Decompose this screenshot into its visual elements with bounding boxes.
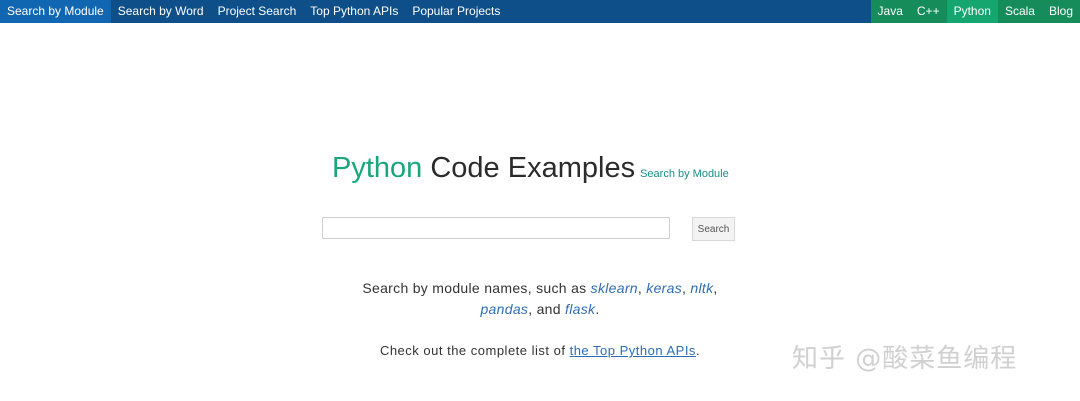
module-examples-line-1: Search by module names, such as sklearn,… <box>0 280 1080 296</box>
nav-search-by-word[interactable]: Search by Word <box>111 0 211 23</box>
nav-project-search[interactable]: Project Search <box>211 0 304 23</box>
lang-java[interactable]: Java <box>871 0 910 23</box>
top-python-apis-link[interactable]: the Top Python APIs <box>570 343 696 358</box>
module-link-pandas[interactable]: pandas <box>480 301 528 317</box>
nav-top-python-apis[interactable]: Top Python APIs <box>303 0 405 23</box>
nav-blog[interactable]: Blog <box>1042 0 1080 23</box>
top-apis-end: . <box>695 343 701 358</box>
page-title-text: Code Examples <box>422 152 636 184</box>
zhihu-watermark: 知乎 @酸菜鱼编程 <box>792 344 1018 374</box>
lang-python[interactable]: Python <box>946 0 998 23</box>
module-link-sklearn[interactable]: sklearn <box>591 280 638 296</box>
desc-sep: , <box>713 280 718 296</box>
module-examples-line-2: pandas, and flask. <box>0 301 1080 317</box>
module-link-keras[interactable]: keras <box>646 280 682 296</box>
lang-scala[interactable]: Scala <box>998 0 1042 23</box>
search-button[interactable]: Search <box>692 217 735 241</box>
module-link-nltk[interactable]: nltk <box>690 280 713 296</box>
top-navigation-bar: Search by Module Search by Word Project … <box>0 0 1080 23</box>
top-apis-prefix: Check out the complete list of <box>379 343 570 358</box>
language-switcher: Java C++ Python Scala Blog <box>870 0 1080 23</box>
desc-prefix: Search by module names, such as <box>362 280 591 296</box>
search-input[interactable] <box>322 217 670 239</box>
module-link-flask[interactable]: flask <box>565 301 595 317</box>
nav-left-group: Search by Module Search by Word Project … <box>0 0 507 23</box>
lang-cpp[interactable]: C++ <box>910 0 947 23</box>
search-by-module-link[interactable]: Search by Module <box>640 168 729 180</box>
desc-sep: , and <box>528 301 566 317</box>
page-title-accent: Python <box>332 152 423 184</box>
nav-search-by-module[interactable]: Search by Module <box>0 0 111 23</box>
page-title: Python Code Examples Search by Module <box>332 152 729 185</box>
nav-popular-projects[interactable]: Popular Projects <box>405 0 507 23</box>
desc-end: . <box>595 301 600 317</box>
